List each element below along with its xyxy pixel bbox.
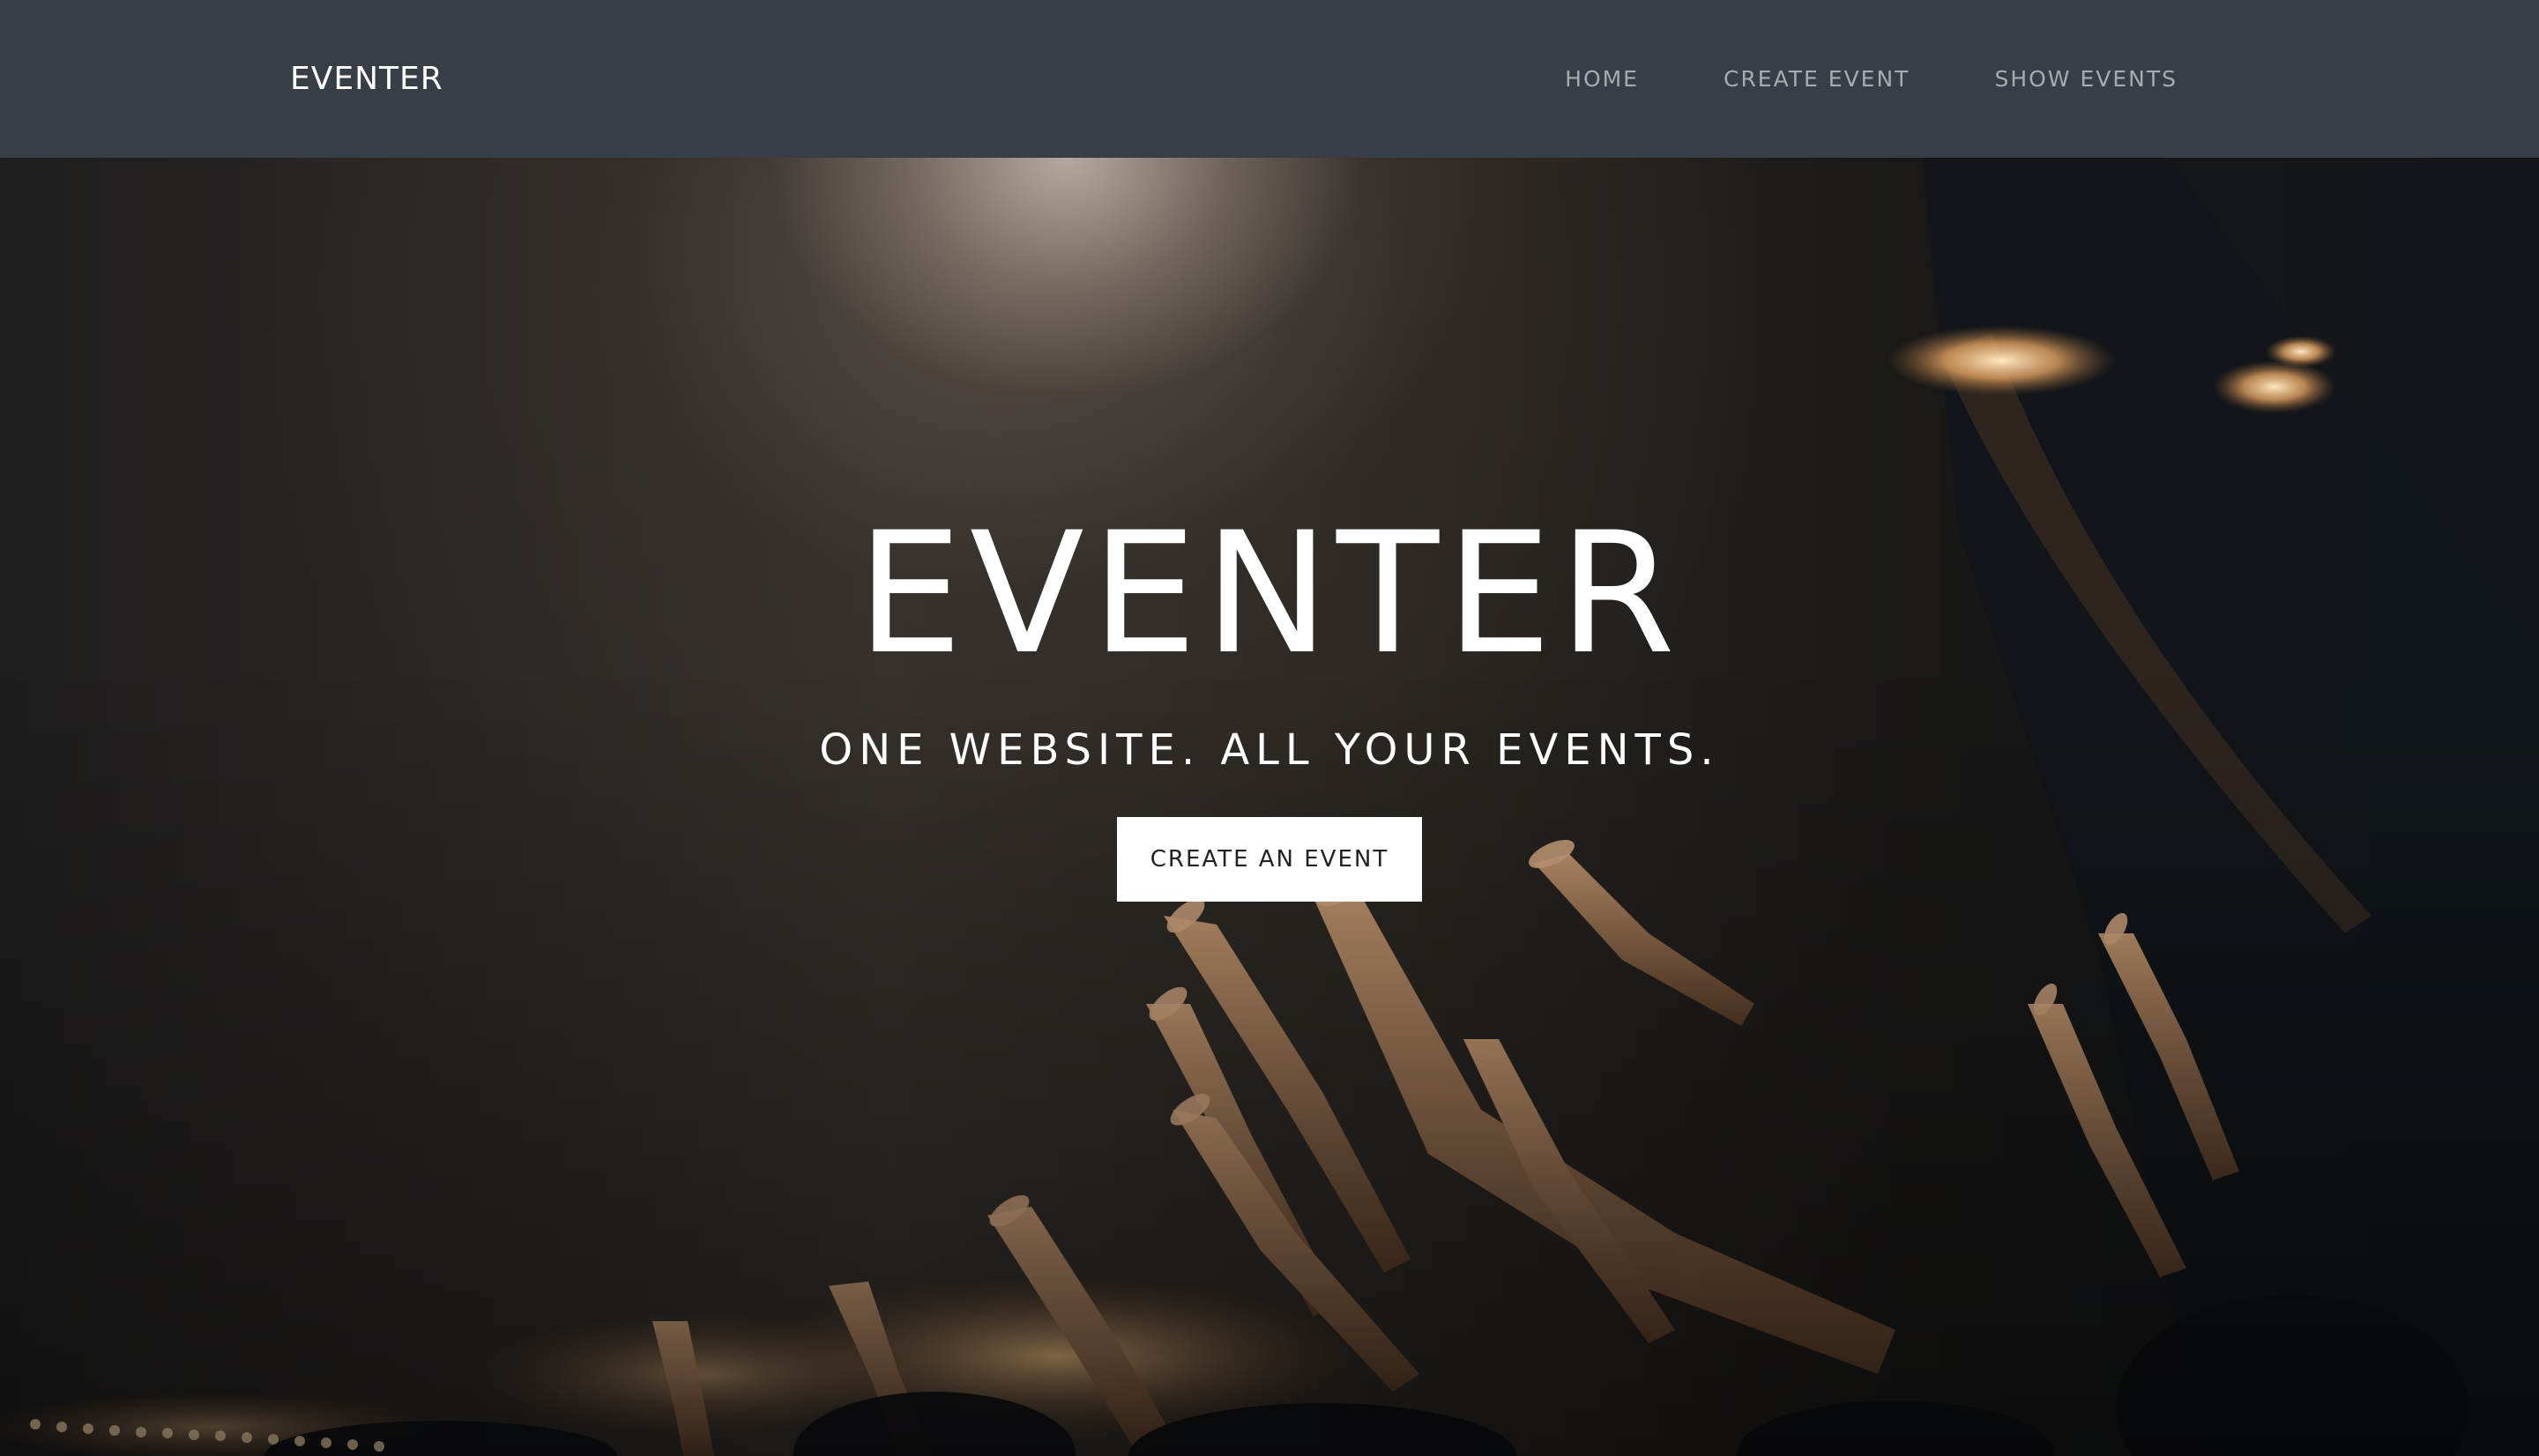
top-navbar: EVENTER HOME CREATE EVENT SHOW EVENTS xyxy=(0,0,2539,158)
nav-create-event-link[interactable]: CREATE EVENT xyxy=(1724,66,1910,92)
nav-home-link[interactable]: HOME xyxy=(1565,66,1639,92)
brand-logo[interactable]: EVENTER xyxy=(290,0,443,158)
hero-content: EVENTER ONE WEBSITE. ALL YOUR EVENTS. CR… xyxy=(0,510,2539,902)
nav-links: HOME CREATE EVENT SHOW EVENTS xyxy=(1565,0,2178,158)
hero-subtitle: ONE WEBSITE. ALL YOUR EVENTS. xyxy=(819,725,1720,775)
nav-show-events-link[interactable]: SHOW EVENTS xyxy=(1994,66,2178,92)
hero-section: EVENTER ONE WEBSITE. ALL YOUR EVENTS. CR… xyxy=(0,158,2539,1456)
create-event-button[interactable]: CREATE AN EVENT xyxy=(1117,817,1422,902)
hero-title: EVENTER xyxy=(856,496,1683,691)
